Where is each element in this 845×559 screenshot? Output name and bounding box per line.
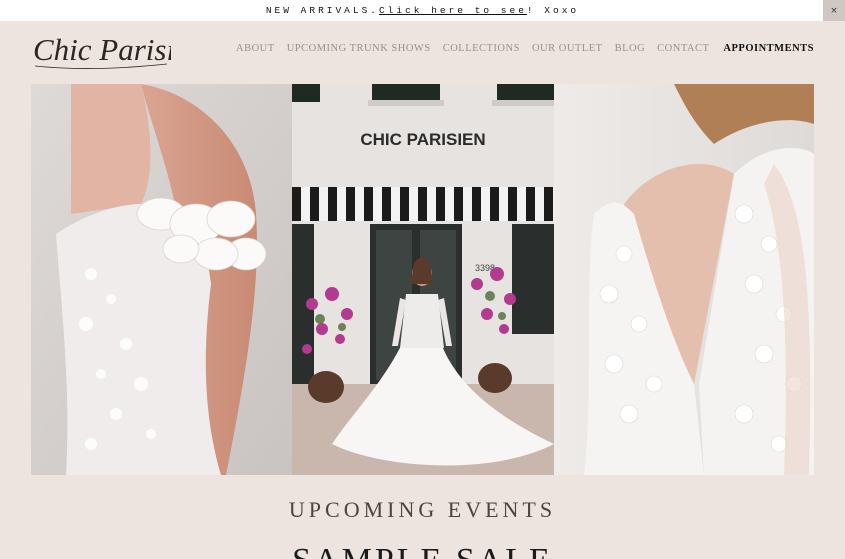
- logo-wordmark: Chic Parisien: [33, 32, 204, 69]
- announcement-link[interactable]: Click here to see: [379, 5, 527, 16]
- nav-blog[interactable]: BLOG: [615, 43, 646, 54]
- announcement-suffix: ! Xoxo: [526, 5, 580, 16]
- site-logo[interactable]: Chic Parisien: [31, 26, 204, 72]
- section-title-sample-sale: SAMPLE SALE: [0, 542, 845, 559]
- gown-shoulder-photo: [31, 84, 292, 475]
- svg-text:CHIC PARISIEN: CHIC PARISIEN: [360, 130, 485, 149]
- svg-text:Chic Parisien: Chic Parisien: [33, 32, 171, 67]
- nav-about[interactable]: ABOUT: [236, 43, 275, 54]
- close-icon: ×: [830, 5, 838, 16]
- hero-gallery: CHIC PARISIEN 3398: [31, 84, 814, 475]
- storefront-photo: CHIC PARISIEN 3398: [292, 84, 554, 475]
- nav-contact[interactable]: CONTACT: [657, 43, 709, 54]
- section-title-upcoming-events: UPCOMING EVENTS: [288, 497, 557, 522]
- main-nav: ABOUT UPCOMING TRUNK SHOWS COLLECTIONS O…: [224, 43, 814, 54]
- nav-upcoming-trunk-shows[interactable]: UPCOMING TRUNK SHOWS: [287, 43, 431, 54]
- nav-our-outlet[interactable]: OUR OUTLET: [532, 43, 603, 54]
- close-announcement-button[interactable]: ×: [823, 0, 845, 21]
- nav-collections[interactable]: COLLECTIONS: [443, 43, 520, 54]
- announcement-bar: NEW ARRIVALS. Click here to see! Xoxo ×: [0, 0, 845, 21]
- announcement-prefix: NEW ARRIVALS.: [265, 5, 379, 16]
- lace-sleeve-photo: [554, 84, 814, 475]
- nav-appointments[interactable]: APPOINTMENTS: [723, 43, 814, 54]
